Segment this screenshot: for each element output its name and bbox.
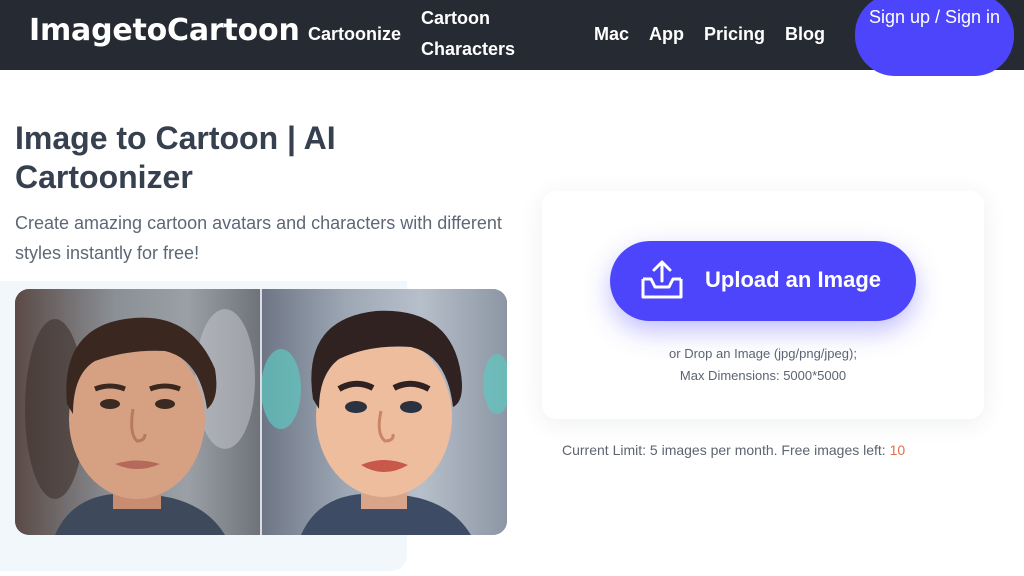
max-dimensions: Max Dimensions: 5000*5000 (679, 368, 847, 383)
nav-pricing[interactable]: Pricing (704, 19, 765, 50)
nav-cartoon-characters[interactable]: Cartoon Characters (421, 3, 531, 65)
page-subtitle: Create amazing cartoon avatars and chara… (15, 213, 502, 263)
signup-button[interactable]: Sign up / Sign in (855, 0, 1014, 76)
cartoon-result (261, 289, 507, 535)
nav-blog[interactable]: Blog (785, 19, 825, 50)
free-images-left-count: 10 (889, 442, 906, 458)
upload-tray-icon (641, 260, 683, 299)
upload-image-button[interactable]: Upload an Image (610, 241, 916, 321)
drop-hint: or Drop an Image (jpg/png/jpeg); Max Dim… (542, 343, 984, 387)
nav-cartoonize[interactable]: Cartoonize (308, 19, 401, 50)
comparison-divider-handle[interactable] (260, 289, 262, 535)
site-logo[interactable]: ImagetoCartoon (29, 13, 300, 48)
page-title: Image to Cartoon | AI Cartoonizer (15, 120, 336, 195)
drop-hint-formats: or Drop an Image (jpg/png/jpeg); (669, 346, 857, 361)
upload-card[interactable]: Upload an Image or Drop an Image (jpg/pn… (542, 191, 984, 419)
usage-limit-text: Current Limit: 5 images per month. Free … (562, 442, 890, 458)
original-photo (15, 289, 261, 535)
before-after-comparison[interactable] (15, 289, 507, 535)
nav-app[interactable]: App (649, 19, 684, 50)
nav-mac[interactable]: Mac (594, 19, 629, 50)
upload-button-label: Upload an Image (705, 267, 882, 292)
usage-limit: Current Limit: 5 images per month. Free … (562, 442, 905, 458)
top-navbar: ImagetoCartoon Cartoonize Cartoon Charac… (0, 0, 1024, 76)
